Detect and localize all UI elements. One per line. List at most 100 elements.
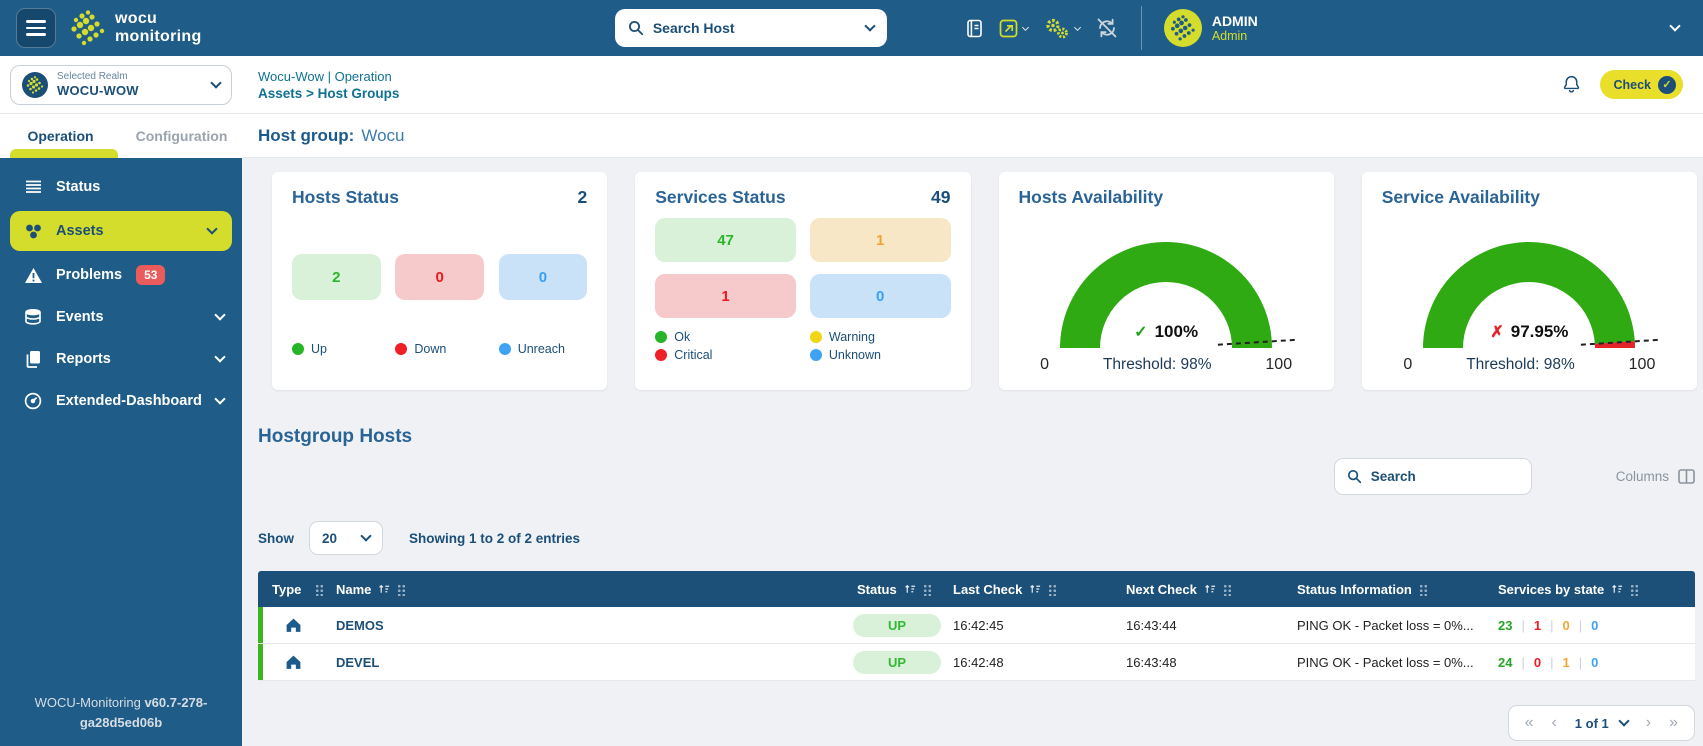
sidebar-item-reports[interactable]: Reports (0, 338, 242, 380)
page-size-select[interactable]: 20 (309, 521, 383, 555)
sort-icon (1029, 583, 1041, 595)
user-menu-chevron-icon[interactable] (1669, 20, 1680, 31)
logo-text-line2: monitoring (115, 28, 202, 46)
drag-handle-icon[interactable] (1630, 583, 1639, 596)
main-area: Wocu-Wow | Operation Assets > Host Group… (242, 56, 1703, 746)
page-layout: Selected Realm wocu-wow Operation Config… (0, 56, 1703, 746)
table-row: DEVEL UP 16:42:48 16:43:48 PING OK - Pac… (258, 644, 1695, 681)
drag-handle-icon[interactable] (923, 583, 932, 596)
check-status-button[interactable]: Check ✓ (1600, 70, 1683, 99)
gears-icon (1043, 17, 1070, 40)
external-link-menu[interactable] (999, 19, 1028, 38)
drag-handle-icon[interactable] (1223, 583, 1232, 596)
services-unknown-count: 0 (810, 274, 951, 318)
documentation-book-icon[interactable] (965, 19, 984, 38)
availability-percent: 97.95% (1511, 322, 1569, 342)
cross-icon: ✗ (1490, 322, 1503, 342)
sidebar-menu: Status Assets (0, 158, 242, 693)
hosts-table: Type Name Status (258, 571, 1695, 681)
documents-icon (22, 350, 44, 368)
app-root: wocu monitoring (0, 0, 1703, 746)
sidebar-item-assets[interactable]: Assets (10, 211, 232, 251)
host-name-link[interactable]: DEMOS (328, 618, 849, 633)
realm-label: Selected Realm (57, 71, 139, 83)
realm-selector[interactable]: Selected Realm wocu-wow (10, 65, 232, 105)
drag-handle-icon[interactable] (1048, 583, 1057, 596)
column-header-name[interactable]: Name (328, 582, 849, 597)
check-icon: ✓ (1134, 322, 1147, 342)
breadcrumb-path[interactable]: Assets > Host Groups (258, 86, 399, 101)
last-check-time: 16:42:48 (945, 655, 1118, 670)
auto-refresh-disabled-icon[interactable] (1095, 17, 1119, 39)
chevron-down-icon (1022, 23, 1029, 30)
hosts-availability-gauge: ✓ 100% 0 Threshold: 98% 100 (1036, 216, 1296, 366)
sidebar-item-status[interactable]: Status (0, 166, 242, 208)
chevron-down-icon (210, 77, 221, 88)
assets-cluster-icon (22, 223, 44, 240)
columns-toggle-button[interactable]: Columns (1616, 469, 1695, 484)
column-header-next-check[interactable]: Next Check (1118, 582, 1289, 597)
services-ok-count: 47 (655, 218, 796, 262)
card-title: Hosts Status (292, 187, 399, 208)
content: Hosts Status 2 2 0 0 Up Down Unreach (242, 158, 1703, 746)
show-label: Show (258, 531, 294, 546)
logo-text-line1: wocu (115, 10, 202, 28)
unknown-dot-icon (810, 349, 822, 361)
availability-percent: 100% (1155, 322, 1198, 342)
services-gears-menu[interactable] (1043, 17, 1080, 40)
realm-icon (22, 72, 48, 98)
pager: « ‹ 1 of 1 › » (1508, 705, 1695, 741)
gauge-min: 0 (1403, 356, 1412, 374)
chevron-down-icon (214, 309, 225, 320)
column-header-type[interactable]: Type (258, 582, 328, 597)
card-title: Service Availability (1382, 187, 1540, 208)
page-select[interactable]: 1 of 1 (1575, 716, 1628, 731)
table-search-input[interactable] (1371, 469, 1519, 484)
page-title-bar: Host group: Wocu (242, 114, 1703, 158)
showing-entries-text: Showing 1 to 2 of 2 entries (409, 531, 580, 546)
breadcrumb-bar: Wocu-Wow | Operation Assets > Host Group… (242, 56, 1703, 114)
chevron-down-icon (1074, 23, 1081, 30)
user-menu[interactable]: ADMIN Admin (1164, 9, 1258, 47)
host-search-combobox[interactable] (615, 9, 887, 47)
services-total-count: 49 (931, 187, 950, 208)
sidebar-item-events[interactable]: Events (0, 296, 242, 338)
host-name-link[interactable]: DEVEL (328, 655, 849, 670)
column-header-services-by-state[interactable]: Services by state (1490, 582, 1695, 597)
table-row: DEMOS UP 16:42:45 16:43:44 PING OK - Pac… (258, 607, 1695, 644)
legend-ok: Ok (655, 330, 796, 344)
drag-handle-icon[interactable] (315, 583, 324, 596)
sidebar-item-label: Problems (56, 267, 122, 283)
services-warning-count: 1 (810, 218, 951, 262)
next-page-button[interactable]: › (1646, 715, 1651, 731)
drag-handle-icon[interactable] (397, 583, 406, 596)
breadcrumb-context[interactable]: Wocu-Wow | Operation (258, 69, 399, 84)
sidebar-item-problems[interactable]: Problems 53 (0, 254, 242, 296)
column-header-status[interactable]: Status (849, 582, 945, 597)
sort-icon (1204, 583, 1216, 595)
hosts-unreach-count: 0 (499, 254, 588, 300)
services-by-state: 23|1|0|0 (1498, 618, 1598, 633)
sidebar-item-extended-dashboard[interactable]: Extended-Dashboard (0, 380, 242, 422)
hosts-availability-card: Hosts Availability ✓ 100% 0 Threshold: 9… (999, 172, 1334, 390)
wocu-logo[interactable]: wocu monitoring (70, 10, 202, 46)
first-page-button[interactable]: « (1525, 715, 1534, 731)
column-header-status-information[interactable]: Status Information (1289, 582, 1490, 597)
host-home-icon[interactable] (285, 617, 302, 633)
host-search-input[interactable] (653, 20, 857, 36)
drag-handle-icon[interactable] (1419, 583, 1428, 596)
notifications-bell-icon[interactable] (1561, 74, 1582, 95)
tab-configuration[interactable]: Configuration (121, 114, 242, 158)
hamburger-menu-button[interactable] (16, 8, 56, 48)
wocu-logo-dots-icon (70, 10, 106, 46)
up-dot-icon (292, 343, 304, 355)
chevron-down-icon[interactable] (864, 20, 875, 31)
table-search-box[interactable] (1334, 458, 1532, 495)
problems-count-badge: 53 (136, 265, 165, 285)
host-home-icon[interactable] (285, 654, 302, 670)
app-version: WOCU-Monitoring v60.7-278-ga28d5ed06b (0, 693, 242, 746)
previous-page-button[interactable]: ‹ (1551, 715, 1556, 731)
last-page-button[interactable]: » (1669, 715, 1678, 731)
column-header-last-check[interactable]: Last Check (945, 582, 1118, 597)
list-icon (22, 180, 44, 194)
